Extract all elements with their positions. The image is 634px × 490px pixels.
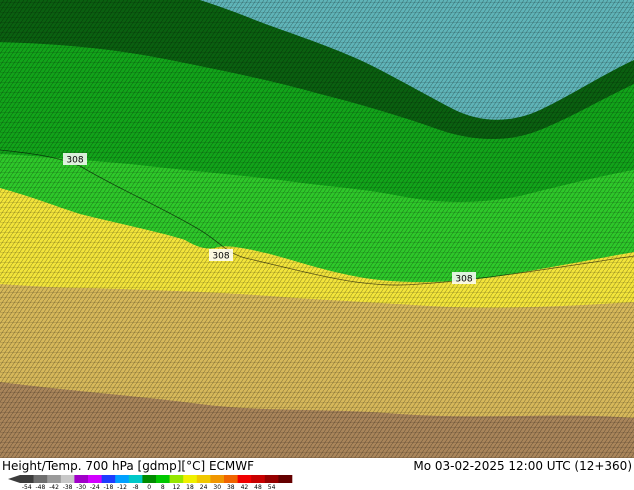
svg-text:308: 308 xyxy=(455,275,472,285)
legend-tick-label: -18 xyxy=(103,484,113,490)
legend-tick-label: 8 xyxy=(161,484,165,490)
map-title: Height/Temp. 700 hPa [gdmp][°C] ECMWF xyxy=(2,459,255,473)
legend-tick-label: -8 xyxy=(133,484,139,490)
legend-swatch xyxy=(278,475,293,483)
legend-arrow-left xyxy=(8,475,20,483)
legend-tick-label: 0 xyxy=(147,484,151,490)
legend-swatch xyxy=(60,475,75,483)
legend-swatch xyxy=(47,475,62,483)
svg-text:308: 308 xyxy=(212,252,229,262)
legend-tick-label: 30 xyxy=(213,484,221,490)
page: 308 308 308 Height/Temp. 700 hPa [gdmp][… xyxy=(0,0,634,490)
legend-tick-label: -12 xyxy=(117,484,127,490)
legend-swatch xyxy=(183,475,198,483)
legend-swatch xyxy=(169,475,184,483)
legend-swatch xyxy=(88,475,102,483)
legend-tick-label: 42 xyxy=(241,484,249,490)
legend-swatch xyxy=(20,475,34,483)
legend-tick-label: 38 xyxy=(227,484,235,490)
legend-swatch xyxy=(74,475,89,483)
legend-tick-label: -54 xyxy=(22,484,32,490)
legend-tick-label: 24 xyxy=(200,484,208,490)
legend-swatch xyxy=(224,475,238,483)
legend-swatch xyxy=(156,475,170,483)
valid-time: Mo 03-02-2025 12:00 UTC (12+360) xyxy=(413,459,632,473)
legend-tick-label: 54 xyxy=(268,484,276,490)
line-overlay xyxy=(0,0,634,458)
color-legend: -54 -48 -42 -38 -30 -24 -18 -12 -8 0 8 12 18 24 30 38 42… xyxy=(8,475,293,490)
legend-swatch xyxy=(264,475,279,483)
legend-tick-label: 12 xyxy=(173,484,181,490)
contour-label-3: 308 xyxy=(452,272,476,285)
legend-swatch xyxy=(142,475,157,483)
legend-swatch xyxy=(251,475,266,483)
legend-swatch xyxy=(101,475,116,483)
legend-tick-label: -48 xyxy=(35,484,45,490)
weather-map: 308 308 308 xyxy=(0,0,634,458)
svg-text:308: 308 xyxy=(66,156,83,166)
footer: Height/Temp. 700 hPa [gdmp][°C] ECMWF Mo… xyxy=(0,458,634,490)
legend-swatch xyxy=(33,475,48,483)
legend-tick-label: 18 xyxy=(186,484,194,490)
legend-tick-label: 48 xyxy=(254,484,262,490)
contour-label-1: 308 xyxy=(63,153,87,166)
legend-swatch xyxy=(237,475,252,483)
legend-tick-label: -42 xyxy=(49,484,59,490)
legend-tick-label: -30 xyxy=(76,484,86,490)
legend-swatch xyxy=(115,475,130,483)
legend-tick-label: -24 xyxy=(90,484,100,490)
legend-swatch xyxy=(210,475,225,483)
legend-swatch xyxy=(196,475,211,483)
contour-label-2: 308 xyxy=(209,249,233,262)
legend-tick-label: -38 xyxy=(63,484,73,490)
legend-swatch xyxy=(128,475,143,483)
